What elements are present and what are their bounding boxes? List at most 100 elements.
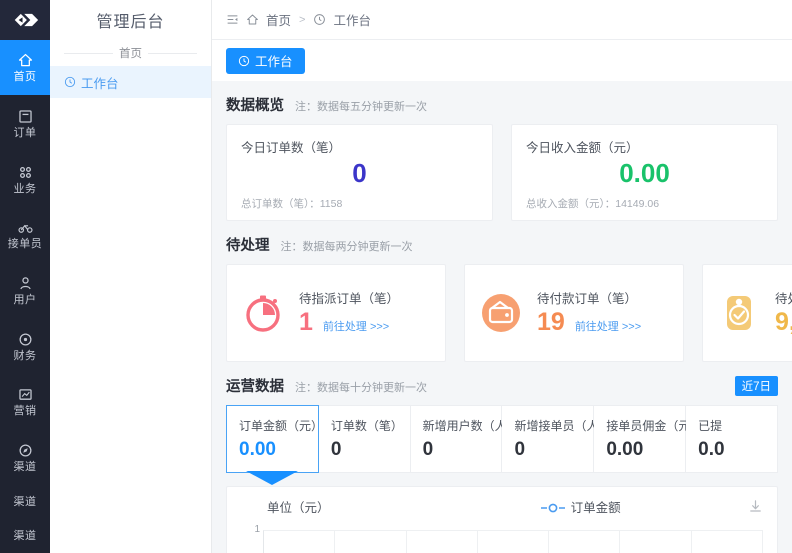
- subnav-item-label: 工作台: [81, 76, 119, 91]
- withdraw-badge-icon: [715, 289, 763, 337]
- metric-tab-withdrawn[interactable]: 已提 0.0: [686, 405, 778, 473]
- card-label: 待指派订单（笔）: [299, 292, 400, 307]
- card-value: 0.00: [619, 158, 670, 188]
- pending-card-unassigned-orders: 待指派订单（笔） 1 前往处理 >>>: [226, 264, 446, 362]
- section-note: 注：数据每十分钟更新一次: [295, 382, 427, 394]
- metric-label: 新增用户数（人）: [422, 419, 519, 433]
- card-subtext: 总收入金额（元）：14149.06: [526, 198, 660, 210]
- sidebar-item-marketing[interactable]: 营销: [0, 374, 50, 430]
- pending-section-header: 待处理 注：数据每两分钟更新一次: [212, 221, 792, 264]
- section-note: 注：数据每五分钟更新一次: [295, 101, 427, 113]
- content-scroll-area: 数据概览 注：数据每五分钟更新一次 今日订单数（笔） 0 总订单数（笔）：115…: [212, 81, 792, 553]
- period-button-7days[interactable]: 近7日: [734, 375, 778, 396]
- tab-label: 工作台: [255, 55, 293, 69]
- sidebar-item-rider[interactable]: 接单员: [0, 207, 50, 263]
- pending-cards-row: 待指派订单（笔） 1 前往处理 >>> 待付款订单（笔） 19 前往处理 >>>…: [212, 264, 792, 362]
- overview-card-today-orders: 今日订单数（笔） 0 总订单数（笔）：1158: [226, 124, 493, 221]
- metric-tab-rider-commission[interactable]: 接单员佣金（元） 0.00: [594, 405, 702, 473]
- subnav-group-label: 首页: [119, 48, 142, 60]
- metric-tab-new-riders[interactable]: 新增接单员（人） 0: [502, 405, 611, 473]
- chart-y-axis: 1: [241, 524, 263, 553]
- metric-tabs: 订单金额（元） 0.00 订单数（笔） 0 新增用户数（人） 0 新增接单员（人…: [212, 405, 792, 485]
- wallet-icon: [477, 289, 525, 337]
- breadcrumb-home-label[interactable]: 首页: [266, 10, 291, 29]
- compass-channel-icon: [17, 442, 34, 459]
- home-icon: [246, 13, 259, 26]
- sidebar-item-business[interactable]: 业务: [0, 151, 50, 207]
- primary-sidebar: 首页 订单 业务 接单员 用户 财务 营销 渠道 渠道 渠道: [0, 0, 50, 553]
- brand-logo[interactable]: [0, 0, 50, 40]
- admin-console-title: 管理后台: [96, 14, 165, 31]
- tab-workbench[interactable]: 工作台: [226, 47, 305, 74]
- grid-column: [478, 531, 550, 553]
- go-process-link[interactable]: 前往处理 >>>: [575, 320, 641, 335]
- sidebar-item-home[interactable]: 首页: [0, 39, 50, 96]
- card-bottom: 1 前往处理 >>>: [299, 307, 433, 336]
- metric-tab-new-users[interactable]: 新增用户数（人） 0: [410, 405, 519, 473]
- user-icon: [17, 275, 34, 292]
- sidebar-item-users[interactable]: 用户: [0, 263, 50, 319]
- home-icon: [17, 52, 34, 69]
- pending-card-withdrawals: 待处理提现（元） 9,196.5: [702, 264, 792, 362]
- metric-label: 新增接单员（人）: [514, 419, 611, 433]
- card-value: 1: [299, 307, 313, 336]
- chart-marketing-icon: [17, 386, 34, 403]
- sidebar-item-label: 业务: [13, 182, 37, 195]
- order-box-icon: [17, 108, 34, 125]
- overview-cards-row: 今日订单数（笔） 0 总订单数（笔）：1158 今日收入金额（元） 0.00 总…: [212, 124, 792, 221]
- metric-value: 0: [422, 439, 434, 460]
- metric-value: 0.0: [698, 439, 725, 460]
- metric-label: 已提: [698, 419, 723, 433]
- chart-header: 单位（元） 订单金额: [241, 497, 763, 516]
- clock-icon: [313, 13, 326, 26]
- section-title: 运营数据: [226, 379, 284, 395]
- chart-unit-label: 单位（元）: [267, 501, 330, 515]
- selected-pointer: [246, 471, 299, 485]
- sidebar-item-finance[interactable]: 财务: [0, 318, 50, 374]
- pending-card-unpaid-orders: 待付款订单（笔） 19 前往处理 >>>: [464, 264, 684, 362]
- tab-bar: 工作台: [212, 40, 792, 81]
- sidebar-item-label: 营销: [13, 405, 37, 418]
- metric-tab-order-count[interactable]: 订单数（笔） 0: [318, 405, 411, 473]
- sidebar-item-label: 首页: [13, 71, 37, 84]
- grid-column: [692, 531, 763, 553]
- card-value: 19: [537, 307, 565, 336]
- menu-collapse-icon[interactable]: [226, 13, 239, 26]
- card-label: 今日订单数（笔）: [241, 141, 342, 155]
- clock-icon: [238, 55, 250, 67]
- legend-marker-icon: [540, 502, 565, 512]
- sidebar-item-orders[interactable]: 订单: [0, 95, 50, 151]
- sidebar-item-label: 渠道: [13, 529, 37, 542]
- sidebar-item-label: 财务: [13, 349, 37, 362]
- card-bottom: 9,196.5: [775, 307, 792, 336]
- section-title: 数据概览: [226, 98, 284, 114]
- metric-tab-order-amount[interactable]: 订单金额（元） 0.00: [226, 405, 324, 485]
- sidebar-item-label: 渠道: [13, 495, 37, 508]
- coin-finance-icon: [17, 331, 34, 348]
- divider-left: [64, 52, 113, 54]
- sidebar-item-channel-3[interactable]: 渠道: [0, 519, 50, 553]
- go-process-link[interactable]: 前往处理 >>>: [323, 320, 389, 335]
- breadcrumb: 首页 > 工作台: [212, 0, 792, 40]
- breadcrumb-current-label[interactable]: 工作台: [333, 10, 371, 29]
- grid-column: [620, 531, 692, 553]
- download-icon[interactable]: [748, 499, 763, 514]
- sidebar-item-label: 用户: [13, 293, 37, 306]
- sidebar-item-channel-1[interactable]: 渠道: [0, 430, 50, 486]
- card-label: 待处理提现（元）: [775, 292, 792, 307]
- stopwatch-icon: [239, 289, 287, 337]
- card-subtext: 总订单数（笔）：1158: [241, 198, 343, 210]
- chart-legend[interactable]: 订单金额: [413, 497, 748, 516]
- metric-label: 订单数（笔）: [330, 419, 403, 433]
- grid-column: [335, 531, 407, 553]
- sidebar-item-channel-2[interactable]: 渠道: [0, 485, 50, 519]
- pending-card-body: 待指派订单（笔） 1 前往处理 >>>: [299, 291, 433, 335]
- card-label: 待付款订单（笔）: [537, 292, 638, 307]
- metric-label: 订单金额（元）: [239, 419, 324, 433]
- y-tick-label: 1: [254, 524, 260, 535]
- subnav-item-workbench[interactable]: 工作台: [50, 66, 211, 98]
- main-content: 首页 > 工作台 工作台 数据概览 注：数据每五分钟更新一次 今日订单数（笔） …: [212, 0, 792, 553]
- card-value: 9,196.5: [775, 307, 792, 336]
- app-root: 首页 订单 业务 接单员 用户 财务 营销 渠道 渠道 渠道 管理后台 首页 工…: [0, 0, 792, 553]
- clock-icon: [64, 76, 76, 88]
